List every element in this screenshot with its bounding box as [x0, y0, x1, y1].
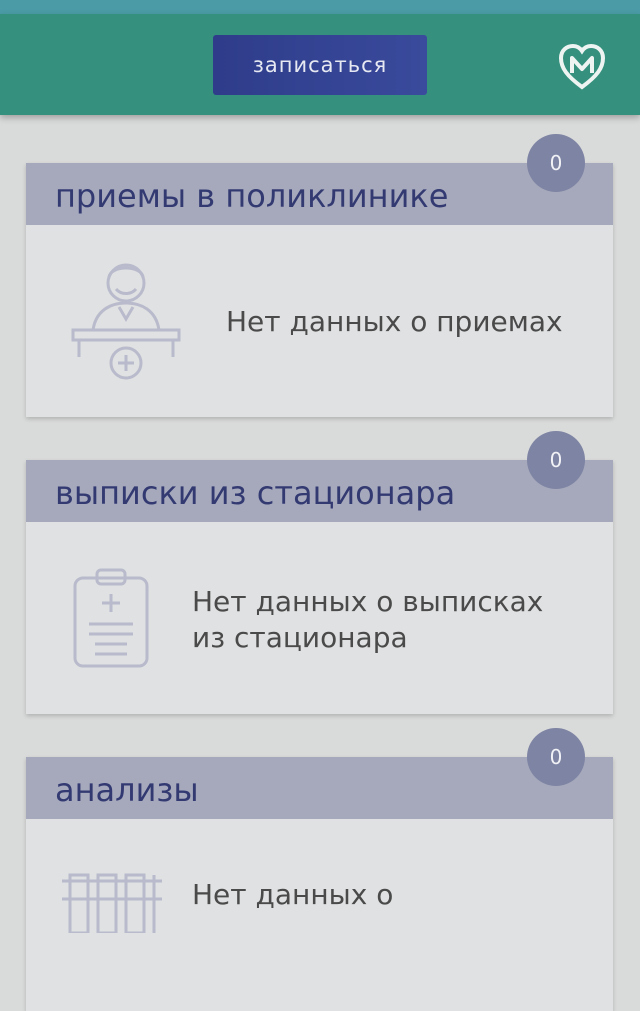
status-strip [0, 0, 640, 14]
empty-state-text-line-1: Нет данных о выписках [192, 585, 544, 618]
card-title: анализы [26, 757, 613, 819]
empty-state-text-line-2: из стационара [192, 621, 408, 654]
heart-m-logo-icon[interactable] [557, 42, 607, 92]
card-title: выписки из стационара [26, 460, 613, 522]
signup-button[interactable]: записаться [213, 35, 427, 95]
card-body: Нет данных о [26, 819, 613, 1011]
count-badge: 0 [527, 431, 585, 489]
clipboard-icon [73, 568, 149, 668]
receptionist-desk-icon [71, 263, 181, 380]
empty-state-text-line-1: Нет данных о [192, 878, 394, 911]
card-hospital-discharges[interactable]: выписки из стационара Нет данных о выпис… [26, 431, 613, 714]
test-tubes-icon [62, 873, 162, 933]
count-badge: 0 [527, 728, 585, 786]
card-title: приемы в поликлинике [26, 163, 613, 225]
card-body: Нет данных о приемах [26, 225, 613, 417]
top-app-bar: записаться [0, 14, 640, 115]
card-analyses[interactable]: анализы Нет данных о 0 [26, 728, 613, 1011]
count-badge: 0 [527, 134, 585, 192]
card-body: Нет данных о выписках из стационара [26, 522, 613, 714]
empty-state-text: Нет данных о приемах [226, 305, 563, 338]
card-polyclinic-visits[interactable]: приемы в поликлинике Нет данных о приема… [26, 134, 613, 417]
